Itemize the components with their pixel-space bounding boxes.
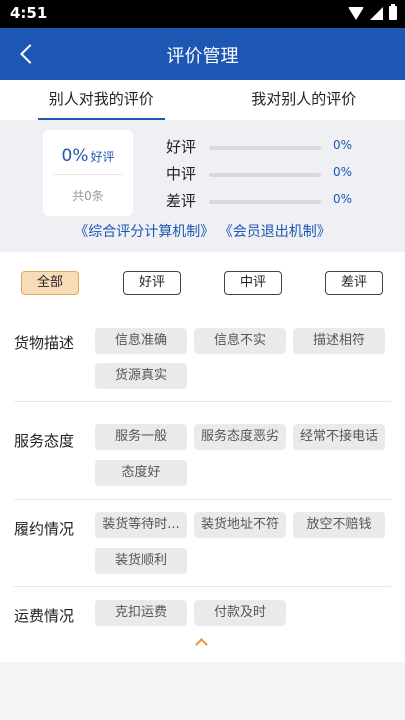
category-label: 服务态度: [14, 432, 75, 450]
tag-item[interactable]: 态度好: [95, 460, 187, 486]
tag-item[interactable]: 装货地址不符: [194, 512, 286, 538]
tag-item[interactable]: 放空不赔钱: [293, 512, 385, 538]
divider: [14, 401, 391, 402]
bar-label: 差评: [166, 192, 197, 210]
chevron-up-icon[interactable]: [192, 636, 212, 648]
rating-summary: 0% 好评 共0条 好评 0% 中评 0% 差评 0% 《综合评分计算机制》 《会…: [0, 120, 405, 252]
category-label: 履约情况: [14, 520, 75, 538]
bar-label: 中评: [166, 165, 197, 183]
policy-links: 《综合评分计算机制》 《会员退出机制》: [0, 221, 405, 241]
page-title: 评价管理: [166, 46, 239, 67]
bar-good: 好评 0%: [166, 136, 366, 156]
filter-neutral-button[interactable]: 中评: [224, 271, 282, 295]
battery-icon: [389, 4, 397, 20]
category-list: 货物描述 信息准确 信息不实 描述相符 货源真实 服务态度 服务一般 服务态度恶…: [0, 310, 405, 662]
status-bar: 4:51: [0, 0, 405, 28]
tag-item[interactable]: 经常不接电话: [293, 424, 385, 450]
tag-item[interactable]: 货源真实: [95, 363, 187, 389]
bar-value: 0%: [333, 192, 353, 206]
tag-item[interactable]: 服务一般: [95, 424, 187, 450]
review-count: 共0条: [72, 189, 104, 203]
tag-item[interactable]: 描述相符: [293, 328, 385, 354]
good-rate: 0% 好评: [43, 146, 133, 166]
tab-bar: 别人对我的评价 我对别人的评价: [0, 80, 405, 120]
tag-item[interactable]: 付款及时: [194, 600, 286, 626]
tag-item[interactable]: 信息不实: [194, 328, 286, 354]
category-label: 货物描述: [14, 334, 75, 352]
bar-bad: 差评 0%: [166, 190, 366, 210]
filter-all-button[interactable]: 全部: [21, 271, 79, 295]
divider: [14, 586, 391, 587]
bar-label: 好评: [166, 138, 197, 156]
tag-item[interactable]: 装货等待时...: [95, 512, 187, 538]
member-exit-link[interactable]: 《会员退出机制》: [219, 224, 331, 240]
divider: [53, 174, 123, 175]
bar-value: 0%: [333, 165, 353, 179]
tab-received-reviews[interactable]: 别人对我的评价: [0, 80, 203, 120]
score-card: 0% 好评 共0条: [43, 130, 133, 216]
bar-track: [209, 173, 321, 177]
bar-value: 0%: [333, 138, 353, 152]
bar-track: [209, 200, 321, 204]
good-rate-label: 好评: [90, 150, 115, 164]
filter-good-button[interactable]: 好评: [123, 271, 181, 295]
tag-item[interactable]: 服务态度恶劣: [194, 424, 286, 450]
signal-icon: [370, 6, 383, 20]
tag-item[interactable]: 克扣运费: [95, 600, 187, 626]
scoring-rule-link[interactable]: 《综合评分计算机制》: [74, 224, 214, 240]
divider: [14, 499, 391, 500]
filter-bad-button[interactable]: 差评: [325, 271, 383, 295]
good-rate-value: 0%: [61, 146, 89, 166]
filter-bar: 全部 好评 中评 差评: [0, 252, 405, 310]
tab-given-reviews[interactable]: 我对别人的评价: [203, 80, 405, 120]
title-bar: 评价管理: [0, 28, 405, 80]
category-label: 运费情况: [14, 607, 75, 625]
wifi-icon: [348, 6, 364, 20]
status-time: 4:51: [10, 4, 48, 22]
bar-neutral: 中评 0%: [166, 163, 366, 183]
bar-track: [209, 146, 321, 150]
tag-item[interactable]: 装货顺利: [95, 548, 187, 574]
tag-item[interactable]: 信息准确: [95, 328, 187, 354]
